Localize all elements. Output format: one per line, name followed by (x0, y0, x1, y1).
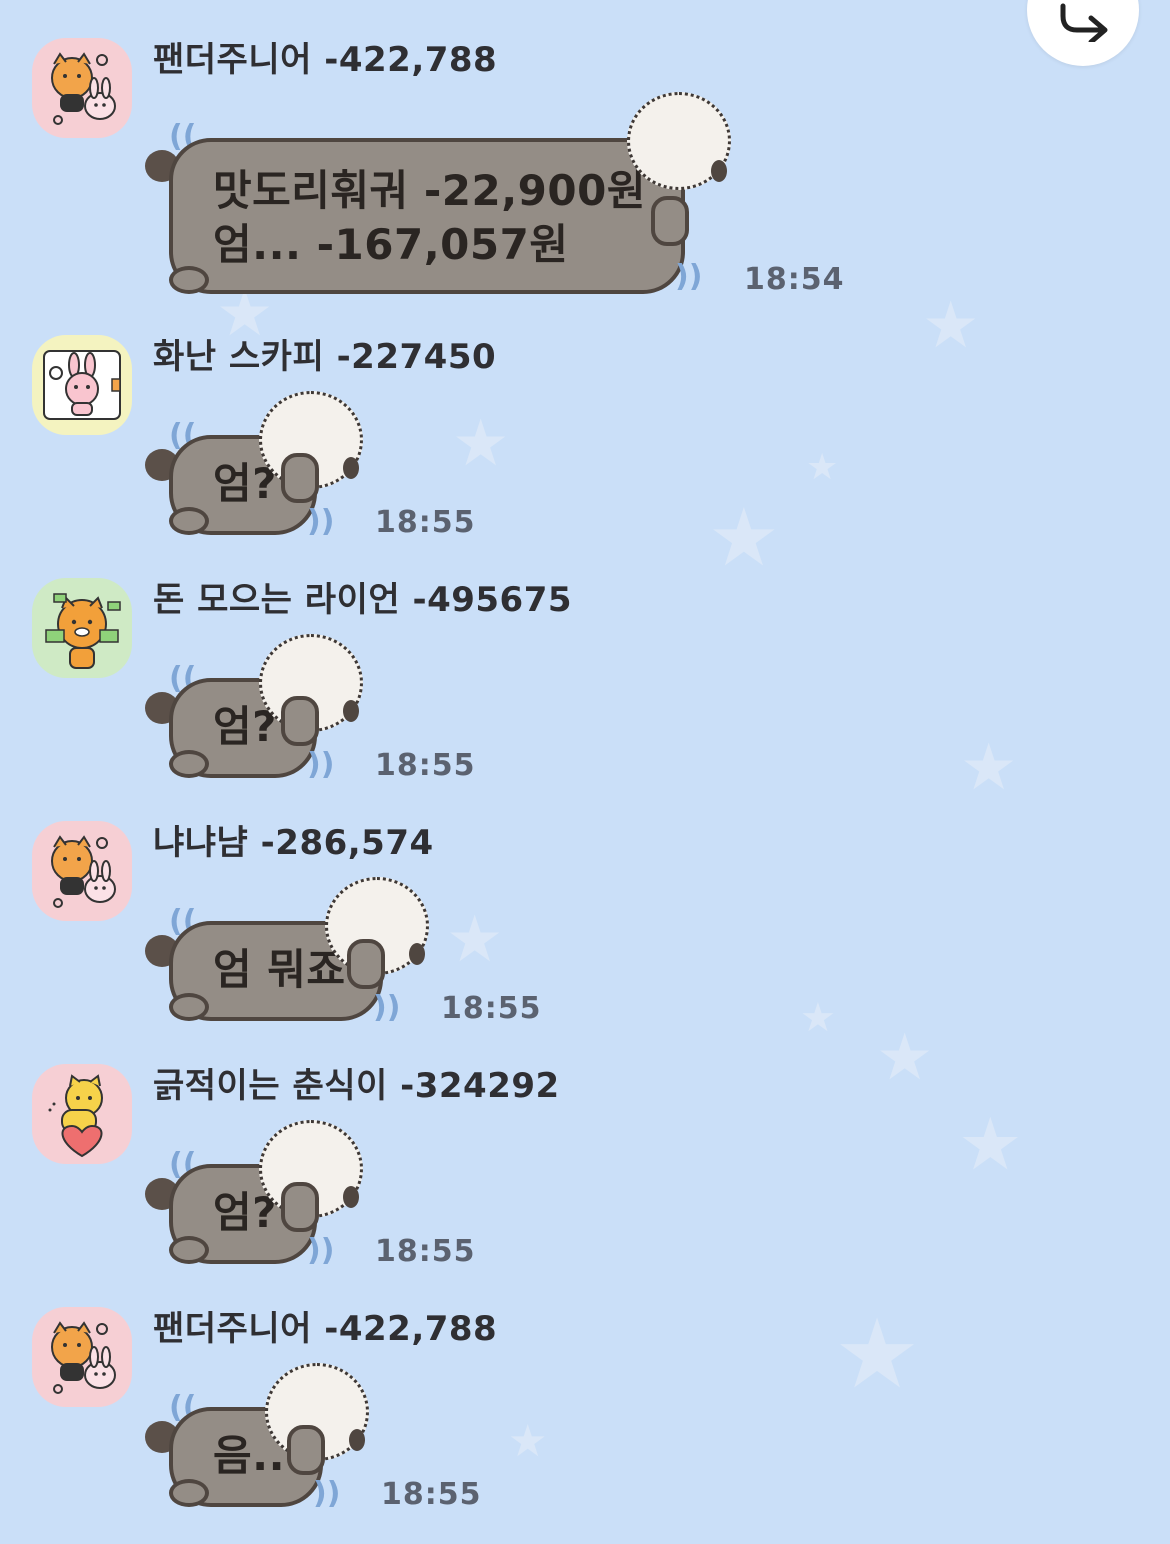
message-bubble[interactable]: (( 음.. )) (145, 1363, 385, 1513)
avatar[interactable] (32, 335, 132, 435)
message-item: 긁적이는 춘식이 -324292 (( 엄? )) 18:55 (0, 1064, 1170, 1274)
rabbit-in-box-sticker-icon (43, 350, 121, 420)
message-time: 18:55 (381, 1477, 482, 1512)
avatar[interactable] (32, 1307, 132, 1407)
creature-ear-icon (343, 700, 359, 722)
message-item: 팬더주니어 -422,788 (( 음.. )) 18:55 (0, 1307, 1170, 1522)
message-bubble[interactable]: (( 맛도리훠궈 -22,900원 엄... -167,057원 )) (145, 92, 745, 302)
message-item: 냐냐냠 -286,574 (( 엄 뭐죠 )) 18:55 (0, 821, 1170, 1031)
bubble-paw-icon (281, 1182, 319, 1232)
chat-room: ★ ★ ★ ★ ★ ★ ★ ★ ★ ★ ★ ★ 팬더주니어 -422,788 (… (0, 0, 1170, 1544)
creature-ear-icon (349, 1429, 365, 1451)
bubble-paw-icon (169, 507, 209, 535)
wiggle-mark-icon: )) (307, 1233, 335, 1268)
sender-name: 돈 모으는 라이언 -495675 (153, 580, 573, 620)
creature-ear-icon (343, 1186, 359, 1208)
wiggle-mark-icon: )) (313, 1476, 341, 1511)
message-time: 18:55 (375, 748, 476, 783)
bubble-paw-icon (281, 453, 319, 503)
creature-ear-icon (343, 457, 359, 479)
bubble-paw-icon (651, 196, 689, 246)
cat-with-heart-sticker-icon (48, 1074, 103, 1158)
message-text: 맛도리훠궈 -22,900원 (213, 166, 646, 215)
sender-name: 냐냐냠 -286,574 (153, 823, 434, 863)
message-item: 팬더주니어 -422,788 (( 맛도리훠궈 -22,900원 엄... -1… (0, 38, 1170, 308)
message-bubble[interactable]: (( 엄? )) (145, 391, 375, 541)
sender-name: 긁적이는 춘식이 -324292 (153, 1066, 560, 1106)
message-item: 화난 스카피 -227450 (( 엄? )) 18:55 (0, 335, 1170, 545)
message-bubble[interactable]: (( 엄? )) (145, 1120, 375, 1270)
bubble-paw-icon (169, 1479, 209, 1507)
bubble-paw-icon (347, 939, 385, 989)
bubble-paw-icon (169, 750, 209, 778)
wiggle-mark-icon: )) (307, 504, 335, 539)
lion-and-rabbit-sticker-icon (51, 1321, 116, 1394)
message-bubble[interactable]: (( 엄 뭐죠 )) (145, 877, 445, 1027)
lion-and-rabbit-sticker-icon (51, 52, 116, 125)
share-forward-icon (1060, 3, 1108, 42)
sender-name: 팬더주니어 -422,788 (153, 1309, 498, 1349)
avatar[interactable] (32, 578, 132, 678)
wiggle-mark-icon: )) (373, 990, 401, 1025)
bubble-body: 맛도리훠궈 -22,900원 엄... -167,057원 (169, 138, 685, 294)
message-text: 엄 뭐죠 (213, 945, 346, 994)
creature-ear-icon (711, 160, 727, 182)
wiggle-mark-icon: )) (675, 259, 703, 294)
message-time: 18:55 (375, 505, 476, 540)
wiggle-mark-icon: )) (307, 747, 335, 782)
bubble-paw-icon (281, 696, 319, 746)
avatar[interactable] (32, 38, 132, 138)
message-time: 18:54 (744, 262, 845, 297)
creature-ear-icon (409, 943, 425, 965)
message-time: 18:55 (375, 1234, 476, 1269)
bubble-paw-icon (169, 993, 209, 1021)
message-bubble[interactable]: (( 엄? )) (145, 634, 375, 784)
message-text: 엄... -167,057원 (213, 220, 569, 269)
message-time: 18:55 (441, 991, 542, 1026)
sender-name: 화난 스카피 -227450 (153, 337, 497, 377)
avatar[interactable] (32, 821, 132, 921)
avatar[interactable] (32, 1064, 132, 1164)
bubble-paw-icon (287, 1425, 325, 1475)
bubble-paw-icon (169, 1236, 209, 1264)
bubble-paw-icon (169, 266, 209, 294)
sender-name: 팬더주니어 -422,788 (153, 40, 498, 80)
message-item: 돈 모으는 라이언 -495675 (( 엄? )) 18:55 (0, 578, 1170, 788)
lion-money-sticker-icon (45, 593, 121, 669)
lion-and-rabbit-sticker-icon (51, 835, 116, 908)
